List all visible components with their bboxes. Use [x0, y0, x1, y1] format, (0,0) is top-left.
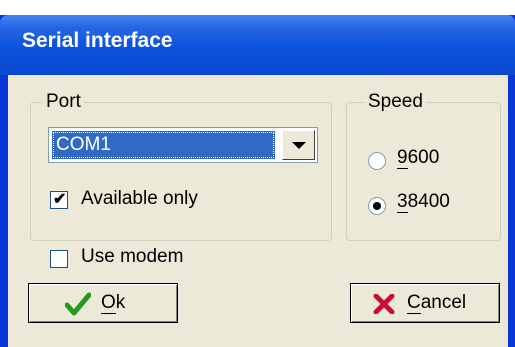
cancel-hotkey: C	[407, 292, 421, 314]
cancel-text: ancel	[420, 292, 467, 313]
port-dropdown[interactable]: COM1	[48, 127, 318, 163]
radio-selected-dot	[373, 202, 381, 210]
speed-groupbox	[346, 102, 501, 241]
green-checkmark-icon	[65, 292, 91, 316]
serial-interface-window: Serial interface Port COM1 ✔ Available o…	[0, 15, 515, 347]
check-icon: ✔	[53, 191, 67, 208]
speed-group-label: Speed	[365, 91, 426, 113]
speed-38400-label: 38400	[397, 191, 450, 213]
speed-38400-hotkey: 3	[397, 191, 408, 213]
speed-38400-text: 8400	[407, 191, 450, 212]
port-dropdown-value: COM1	[52, 131, 275, 159]
dialog-client-area: Port COM1 ✔ Available only Speed 9600 38…	[8, 75, 508, 347]
ok-button[interactable]: Ok	[28, 283, 178, 323]
port-dropdown-button[interactable]	[282, 130, 315, 160]
speed-9600-text: 600	[407, 147, 440, 168]
use-modem-label: Use modem	[81, 246, 184, 267]
ok-label: Ok	[101, 292, 125, 314]
red-x-icon	[373, 294, 395, 314]
title-bar[interactable]: Serial interface	[0, 15, 515, 75]
cancel-label: Cancel	[407, 292, 466, 314]
speed-9600-radio[interactable]	[368, 152, 386, 170]
cancel-button[interactable]: Cancel	[350, 283, 500, 323]
window-title: Serial interface	[22, 29, 173, 52]
speed-9600-hotkey: 9	[397, 147, 408, 169]
speed-9600-label: 9600	[397, 147, 439, 169]
use-modem-checkbox[interactable]	[50, 250, 68, 268]
speed-38400-radio[interactable]	[368, 197, 386, 215]
port-groupbox	[30, 102, 332, 241]
ok-text: k	[115, 292, 126, 313]
available-only-checkbox[interactable]: ✔	[50, 191, 68, 209]
port-group-label: Port	[43, 91, 84, 113]
chevron-down-icon	[291, 141, 306, 149]
available-only-label: Available only	[81, 188, 198, 209]
ok-hotkey: O	[101, 292, 116, 314]
